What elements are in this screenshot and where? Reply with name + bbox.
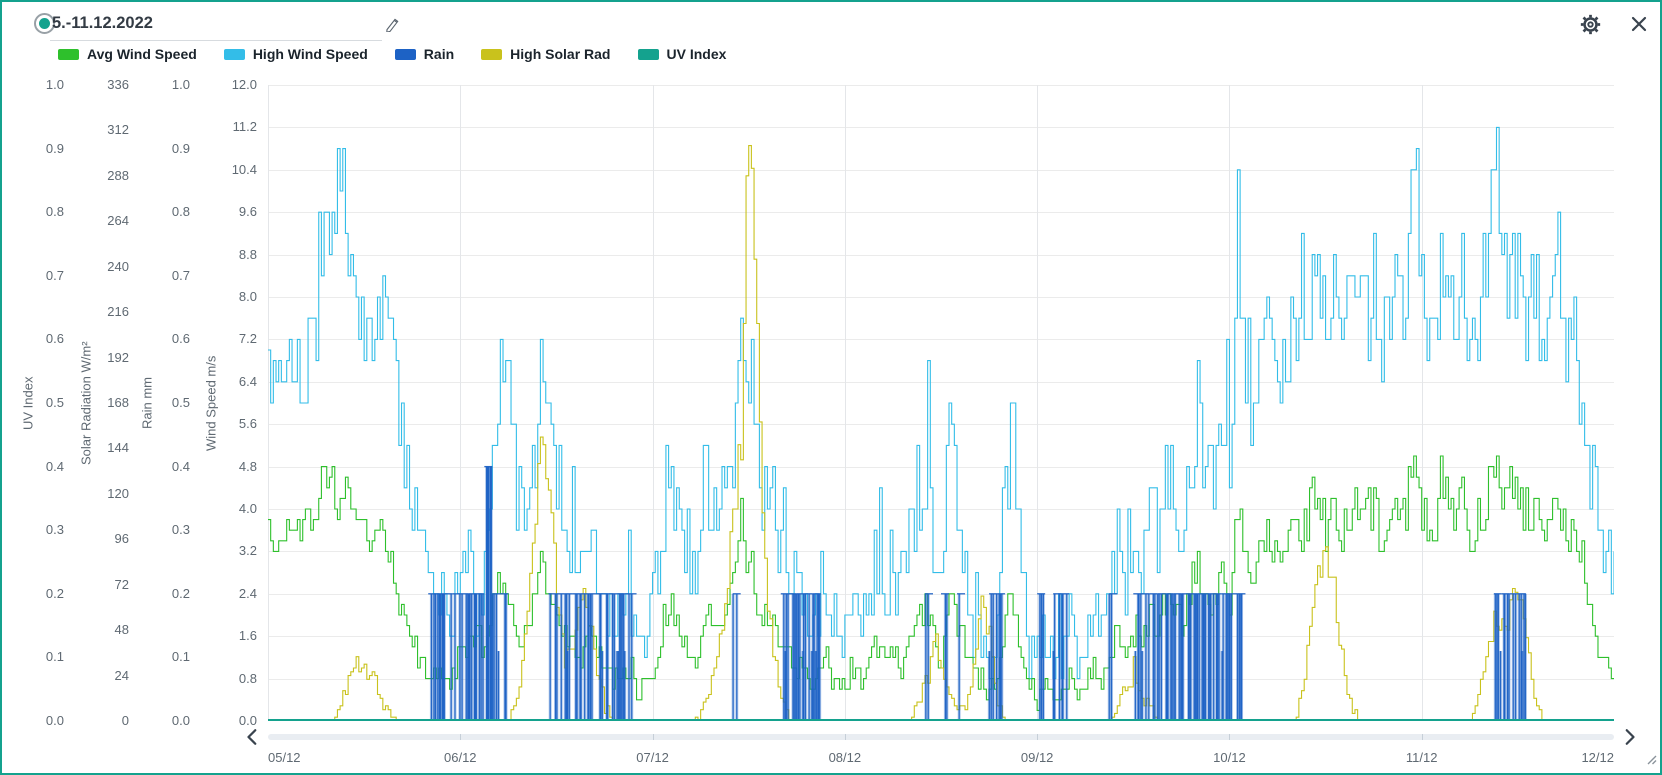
wind-tick: 8.0 (2, 290, 257, 304)
wind-tick: 5.6 (2, 417, 257, 431)
resize-grip-icon[interactable] (1644, 752, 1657, 770)
solar-tick: 192 (2, 351, 129, 365)
time-scrollbar[interactable] (268, 734, 1614, 740)
rain-tick: 0.3 (2, 523, 190, 537)
track-notch (460, 734, 461, 740)
rain-tick: 0.9 (2, 142, 190, 156)
x-axis-label: 09/12 (1021, 750, 1054, 765)
wind-tick: 11.2 (2, 120, 257, 134)
wind-tick: 1.6 (2, 629, 257, 643)
legend-swatch (58, 49, 79, 60)
legend-label: UV Index (667, 46, 727, 62)
legend-item-avg-wind-speed[interactable]: Avg Wind Speed (58, 46, 197, 62)
x-axis-label: 07/12 (636, 750, 669, 765)
legend-label: High Solar Rad (510, 46, 610, 62)
wind-tick: 3.2 (2, 544, 257, 558)
x-axis-label: 11/12 (1406, 750, 1438, 765)
rain-tick: 0.5 (2, 396, 190, 410)
legend-swatch (481, 49, 502, 60)
wind-tick: 9.6 (2, 205, 257, 219)
legend-item-rain[interactable]: Rain (395, 46, 454, 62)
chart-legend: Avg Wind Speed High Wind Speed Rain High So… (58, 46, 726, 62)
solar-tick: 120 (2, 487, 129, 501)
x-axis-label: 12/12 (1581, 750, 1614, 765)
x-axis-label: 08/12 (829, 750, 862, 765)
track-notch (845, 734, 846, 740)
wind-tick: 12.0 (2, 78, 257, 92)
wind-tick: 7.2 (2, 332, 257, 346)
legend-label: Rain (424, 46, 454, 62)
track-notch (653, 734, 654, 740)
legend-item-high-solar-rad[interactable]: High Solar Rad (481, 46, 610, 62)
track-notch (1422, 734, 1423, 740)
track-notch (1037, 734, 1038, 740)
chevron-left-icon[interactable] (244, 728, 262, 746)
solar-tick: 216 (2, 305, 129, 319)
wind-tick: 10.4 (2, 163, 257, 177)
wind-tick: 4.0 (2, 502, 257, 516)
legend-item-high-wind-speed[interactable]: High Wind Speed (224, 46, 368, 62)
track-notch (1229, 734, 1230, 740)
gear-icon[interactable] (1579, 13, 1601, 35)
x-axis-label: 10/12 (1213, 750, 1246, 765)
wind-tick: 6.4 (2, 375, 257, 389)
rain-tick: 0.1 (2, 650, 190, 664)
x-axis-label: 05/12 (268, 750, 301, 765)
legend-label: Avg Wind Speed (87, 46, 197, 62)
wind-axis-title: Wind Speed m/s (203, 85, 219, 721)
legend-swatch (224, 49, 245, 60)
weather-chart-dialog: Avg Wind Speed High Wind Speed Rain High So… (0, 0, 1662, 775)
chevron-right-icon[interactable] (1620, 728, 1638, 746)
pencil-icon[interactable] (383, 14, 401, 32)
wind-tick: 0.8 (2, 672, 257, 686)
legend-label: High Wind Speed (253, 46, 368, 62)
legend-swatch (395, 49, 416, 60)
legend-item-uv-index[interactable]: UV Index (638, 46, 727, 62)
date-range-input[interactable] (50, 10, 382, 41)
wind-tick: 4.8 (2, 460, 257, 474)
solar-tick: 144 (2, 441, 129, 455)
x-axis-label: 06/12 (444, 750, 477, 765)
wind-tick: 2.4 (2, 587, 257, 601)
legend-swatch (638, 49, 659, 60)
rain-tick: 0.7 (2, 269, 190, 283)
close-icon[interactable] (1629, 14, 1649, 34)
radio-dot (39, 18, 50, 29)
chart-canvas[interactable] (268, 85, 1614, 721)
wind-tick: 8.8 (2, 248, 257, 262)
wind-tick: 0.0 (2, 714, 257, 728)
